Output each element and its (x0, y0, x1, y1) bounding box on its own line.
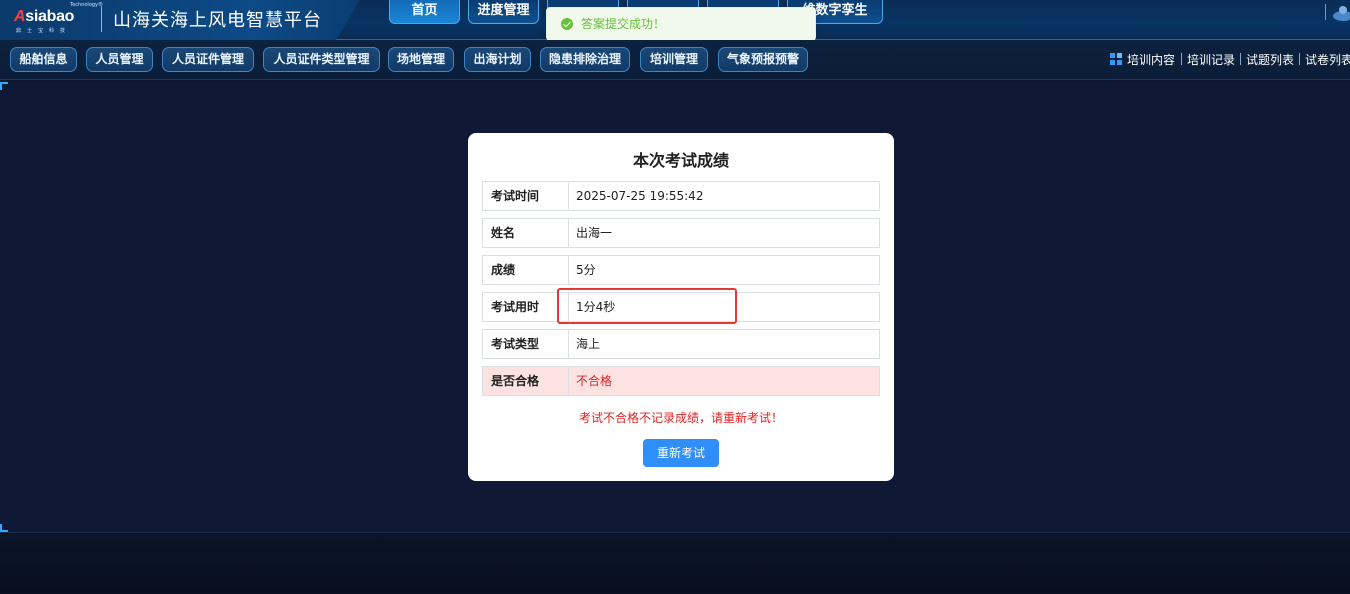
highlight-box (557, 288, 737, 324)
row-value: 海上 (576, 337, 601, 351)
link-paper-list[interactable]: 试卷列表 (1305, 51, 1350, 68)
link-question-list[interactable]: 试题列表 (1246, 51, 1294, 68)
platform-title: 山海关海上风电智慧平台 (113, 10, 322, 31)
link-divider (1240, 53, 1241, 65)
company-logo: Technology® Asiabao 鼎士宝科技 (12, 2, 103, 36)
result-row-type: 考试类型 海上 (482, 329, 880, 359)
subnav-cert-type[interactable]: 人员证件类型管理 (263, 47, 380, 72)
subnav-personnel-cert[interactable]: 人员证件管理 (162, 47, 254, 72)
header-right-divider (1325, 4, 1326, 20)
row-value: 出海一 (576, 226, 613, 240)
toast-message: 答案提交成功！ (581, 17, 666, 31)
row-value: 不合格 (576, 374, 613, 388)
user-icon[interactable] (1330, 4, 1350, 22)
subnav-sea-plan[interactable]: 出海计划 (464, 47, 531, 72)
subnav-site[interactable]: 场地管理 (388, 47, 454, 72)
retake-exam-button[interactable]: 重新考试 (643, 439, 719, 467)
subnav-personnel[interactable]: 人员管理 (86, 47, 153, 72)
link-training-records[interactable]: 培训记录 (1187, 51, 1235, 68)
brand-area: Technology® Asiabao 鼎士宝科技 山海关海上风电智慧平台 (0, 0, 360, 42)
brand-divider (101, 6, 102, 32)
row-label: 成绩 (483, 256, 569, 284)
fail-note: 考试不合格不记录成绩，请重新考试！ (578, 411, 783, 425)
frame-corner (0, 524, 8, 532)
subnav-training[interactable]: 培训管理 (640, 47, 708, 72)
subnav-hazard[interactable]: 隐患排除治理 (540, 47, 630, 72)
link-divider (1299, 53, 1300, 65)
subnav-weather[interactable]: 气象预报预警 (718, 47, 808, 72)
row-label: 是否合格 (483, 367, 569, 395)
link-divider (1181, 53, 1182, 65)
row-label: 考试类型 (483, 330, 569, 358)
link-training-content[interactable]: 培训内容 (1127, 51, 1175, 68)
result-row-score: 成绩 5分 (482, 255, 880, 285)
result-row-pass: 是否合格 不合格 (482, 366, 880, 396)
row-value: 5分 (576, 263, 596, 277)
logo-subtitle: 鼎士宝科技 (16, 28, 72, 34)
logo-wordmark: Asiabao (14, 8, 75, 25)
frame-corner (0, 82, 8, 90)
success-toast: 答案提交成功！ (546, 7, 816, 41)
result-row-time: 考试时间 2025-07-25 19:55:42 (482, 181, 880, 211)
nav-progress[interactable]: 进度管理 (468, 0, 539, 24)
row-label: 考试时间 (483, 182, 569, 210)
sub-nav-bar: 船舶信息 人员管理 人员证件管理 人员证件类型管理 场地管理 出海计划 隐患排除… (0, 40, 1350, 80)
row-value: 2025-07-25 19:55:42 (576, 189, 704, 203)
nav-home[interactable]: 首页 (389, 0, 460, 24)
row-label: 姓名 (483, 219, 569, 247)
footer-band (0, 532, 1350, 594)
grid-icon (1110, 53, 1123, 66)
logo-trademark: Technology® (70, 2, 104, 8)
subnav-ship-info[interactable]: 船舶信息 (10, 47, 77, 72)
logo-wordmark-rest: siabao (25, 8, 75, 25)
result-row-name: 姓名 出海一 (482, 218, 880, 248)
result-title: 本次考试成绩 (632, 151, 729, 170)
success-check-icon (561, 18, 573, 30)
